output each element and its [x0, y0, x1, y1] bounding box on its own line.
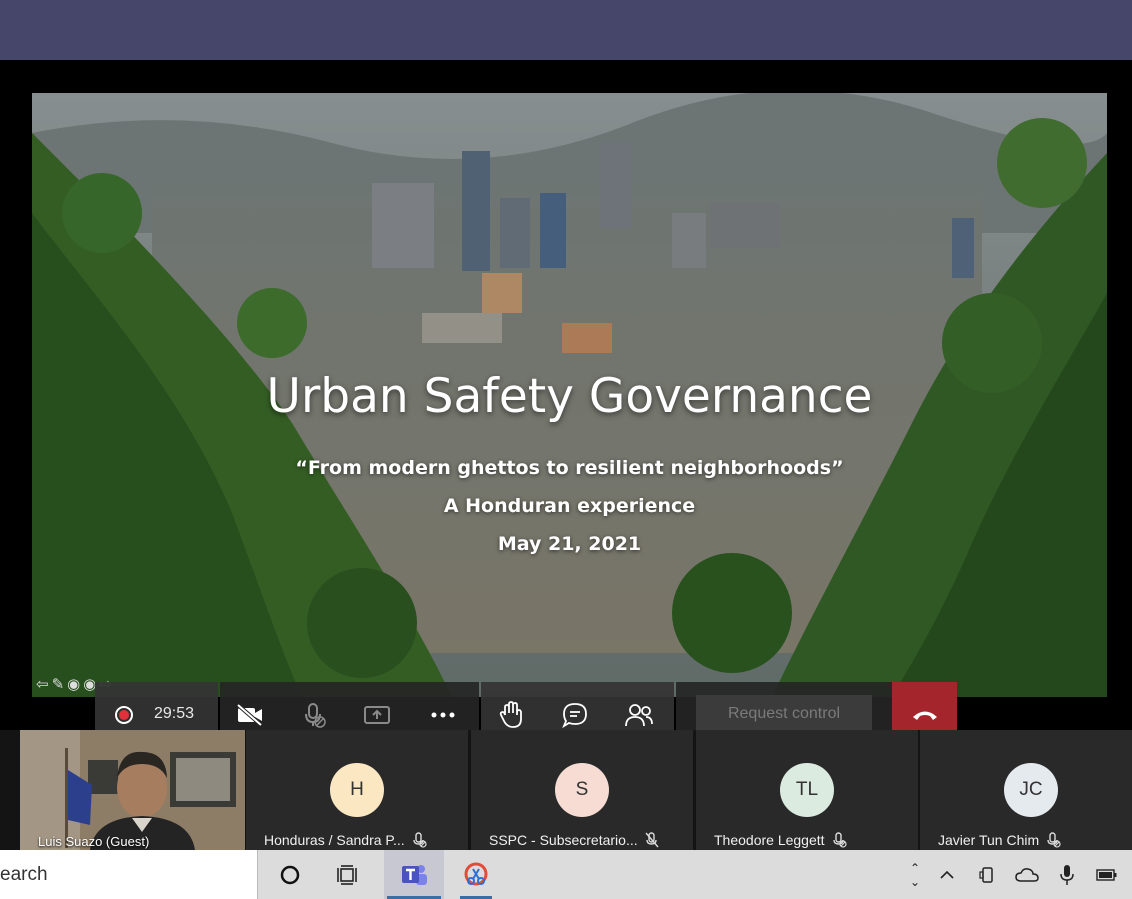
teams-meeting-window: Urban Safety Governance “From modern ghe… — [0, 0, 1132, 899]
chevron-up-icon[interactable]: ⌃ — [910, 861, 920, 875]
microphone-muted-icon[interactable] — [298, 699, 330, 731]
taskbar-search-box[interactable]: earch — [0, 850, 258, 899]
raise-hand-icon[interactable] — [495, 699, 527, 731]
taskbar-scroll-control[interactable]: ⌃ ⌄ — [904, 850, 926, 899]
participant-strip: Luis Suazo (Guest) H Honduras / Sandra P… — [0, 730, 1132, 850]
device-icon[interactable] — [974, 850, 1000, 899]
participant-video-tile[interactable]: Luis Suazo (Guest) — [20, 730, 245, 850]
share-screen-icon[interactable] — [361, 699, 393, 731]
microphone-muted-icon — [1047, 832, 1061, 848]
chevron-down-icon[interactable]: ⌄ — [910, 875, 920, 889]
participant-tile[interactable]: TL Theodore Leggett — [696, 730, 918, 850]
slide-date: May 21, 2021 — [497, 533, 642, 555]
cortana-icon[interactable] — [268, 850, 312, 899]
slide-title: Urban Safety Governance — [266, 369, 873, 424]
battery-icon[interactable] — [1092, 850, 1122, 899]
request-control-button[interactable]: Request control — [696, 695, 872, 733]
participant-video-feed — [20, 730, 245, 850]
call-timer: 29:53 — [154, 705, 195, 722]
teams-icon — [402, 864, 427, 885]
participant-name: Luis Suazo (Guest) — [38, 834, 150, 849]
participants-icon[interactable] — [623, 699, 655, 731]
participant-tile[interactable]: H Honduras / Sandra P... — [246, 730, 468, 850]
onedrive-cloud-icon[interactable] — [1012, 850, 1042, 899]
presentation-slide: Urban Safety Governance “From modern ghe… — [32, 93, 1107, 697]
task-view-icon[interactable] — [326, 850, 370, 899]
hang-up-icon — [912, 711, 937, 720]
microphone-muted-icon — [832, 832, 847, 848]
camera-off-icon[interactable] — [234, 699, 266, 731]
participant-name-row: Javier Tun Chim — [938, 830, 1061, 850]
slide-subtitle: “From modern ghettos to resilient neighb… — [295, 457, 844, 479]
recording-indicator-icon — [115, 706, 133, 724]
participant-avatar: JC — [1004, 763, 1058, 817]
participant-avatar: S — [555, 763, 609, 817]
more-options-icon[interactable] — [427, 699, 459, 731]
taskbar-snip-app[interactable] — [452, 850, 500, 899]
participant-name: SSPC - Subsecretario... — [489, 832, 638, 848]
participant-name-row: Honduras / Sandra P... — [264, 830, 427, 850]
participant-avatar: TL — [780, 763, 834, 817]
participant-name-row: SSPC - Subsecretario... — [489, 830, 660, 850]
microphone-icon[interactable] — [1054, 850, 1080, 899]
participant-name: Javier Tun Chim — [938, 832, 1040, 848]
shared-content-stage: Urban Safety Governance “From modern ghe… — [0, 60, 1132, 747]
microphone-muted-icon — [412, 832, 427, 848]
participant-name: Theodore Leggett — [714, 832, 825, 848]
participant-name: Honduras / Sandra P... — [264, 832, 405, 848]
taskbar-teams-app[interactable] — [384, 850, 444, 899]
microphone-off-icon — [645, 832, 659, 848]
snip-and-sketch-icon — [464, 862, 488, 885]
title-bar — [0, 0, 1132, 60]
show-hidden-icons-icon[interactable] — [934, 850, 960, 899]
participant-name-row: Theodore Leggett — [714, 830, 847, 850]
participant-tile[interactable]: S SSPC - Subsecretario... — [471, 730, 693, 850]
windows-taskbar: earch ⌃ ⌄ — [0, 850, 1132, 899]
slide-subtitle-line2: A Honduran experience — [443, 495, 696, 517]
participant-avatar: H — [330, 763, 384, 817]
chat-icon[interactable] — [559, 699, 591, 731]
participant-tile[interactable]: JC Javier Tun Chim — [920, 730, 1132, 850]
